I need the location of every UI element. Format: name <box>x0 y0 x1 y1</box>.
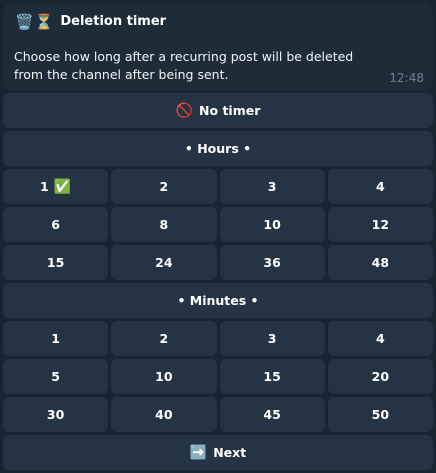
minutes-header-button[interactable]: • Minutes • <box>3 283 433 318</box>
right-arrow-icon: ➡️ <box>189 444 208 461</box>
message-time: 12:48 <box>389 71 424 85</box>
hours-option-10[interactable]: 10 <box>219 207 325 242</box>
hours-header-button[interactable]: • Hours • <box>3 131 433 166</box>
hours-option-15[interactable]: 15 <box>3 245 109 280</box>
message-title-text: Deletion timer <box>60 14 167 29</box>
hours-option-1[interactable]: 1 ✅ <box>3 169 109 204</box>
hours-option-6[interactable]: 6 <box>3 207 109 242</box>
hours-option-48[interactable]: 48 <box>327 245 433 280</box>
minutes-option-10[interactable]: 10 <box>111 359 217 394</box>
minutes-option-4[interactable]: 4 <box>327 321 433 356</box>
message-text: Choose how long after a recurring post w… <box>14 49 354 82</box>
hours-option-2[interactable]: 2 <box>111 169 217 204</box>
minutes-option-1[interactable]: 1 <box>3 321 109 356</box>
minutes-option-30[interactable]: 30 <box>3 397 109 432</box>
minutes-option-20[interactable]: 20 <box>327 359 433 394</box>
no-entry-icon: 🚫 <box>175 102 194 119</box>
hours-option-36[interactable]: 36 <box>219 245 325 280</box>
no-timer-label: No timer <box>199 103 261 118</box>
minutes-option-40[interactable]: 40 <box>111 397 217 432</box>
minutes-option-15[interactable]: 15 <box>219 359 325 394</box>
no-timer-button[interactable]: 🚫 No timer <box>3 93 433 128</box>
hours-option-label: 1 <box>40 179 49 194</box>
hours-option-12[interactable]: 12 <box>327 207 433 242</box>
hours-option-3[interactable]: 3 <box>219 169 325 204</box>
hours-option-4[interactable]: 4 <box>327 169 433 204</box>
next-button[interactable]: ➡️ Next <box>3 435 433 470</box>
hours-option-8[interactable]: 8 <box>111 207 217 242</box>
next-label: Next <box>213 445 247 460</box>
check-mark-icon: ✅ <box>53 178 72 195</box>
minutes-option-2[interactable]: 2 <box>111 321 217 356</box>
minutes-option-5[interactable]: 5 <box>3 359 109 394</box>
message-title: 🗑️⏳ Deletion timer <box>15 12 166 32</box>
minutes-option-45[interactable]: 45 <box>219 397 325 432</box>
minutes-option-50[interactable]: 50 <box>327 397 433 432</box>
trash-hourglass-icon: 🗑️⏳ <box>15 13 55 31</box>
message-bubble: 🗑️⏳ Deletion timer Choose how long after… <box>3 3 433 90</box>
minutes-option-3[interactable]: 3 <box>219 321 325 356</box>
inline-keyboard: 🚫 No timer • Hours • 1 ✅ 2 3 4 6 8 10 12… <box>3 93 433 473</box>
hours-option-24[interactable]: 24 <box>111 245 217 280</box>
